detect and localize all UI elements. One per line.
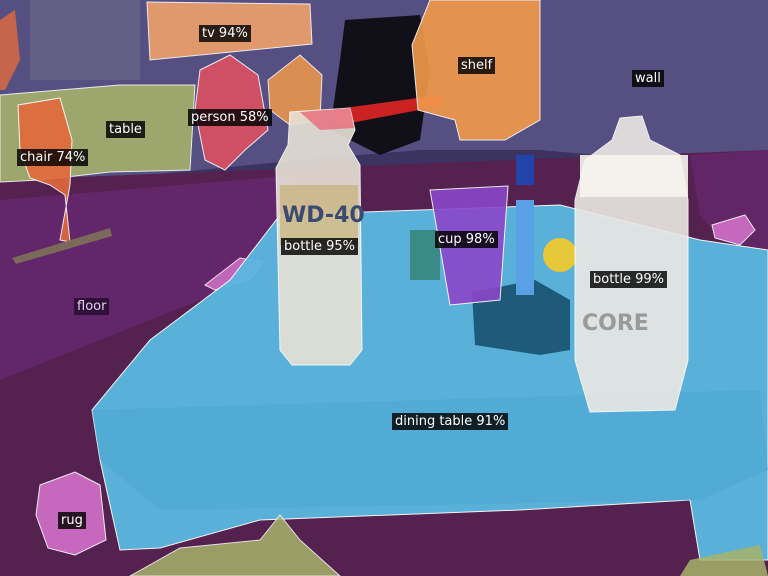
label-chair: chair 74% (17, 149, 89, 166)
blue-bottle-small (516, 155, 534, 185)
can-brand-text: WD-40 (282, 203, 365, 228)
label-wall: wall (632, 70, 664, 87)
bottle-cap (580, 155, 688, 197)
blue-marker (516, 200, 534, 295)
label-cup: cup 98% (435, 231, 498, 248)
label-dining-table: dining table 91% (392, 413, 509, 430)
yellow-ball (543, 238, 577, 272)
label-rug: rug (58, 512, 86, 529)
bottle-brand-text: CORE (582, 311, 649, 336)
label-floor: floor (74, 298, 110, 315)
label-bottle-left: bottle 95% (281, 238, 359, 255)
label-tv: tv 94% (199, 25, 251, 42)
shelf-background (30, 0, 140, 80)
label-shelf: shelf (458, 57, 496, 74)
label-person: person 58% (188, 109, 272, 126)
label-table: table (106, 121, 145, 138)
label-bottle-right: bottle 99% (590, 271, 668, 288)
segmentation-scene: WD-40 CORE tv 94% shelf wall table perso… (0, 0, 768, 576)
